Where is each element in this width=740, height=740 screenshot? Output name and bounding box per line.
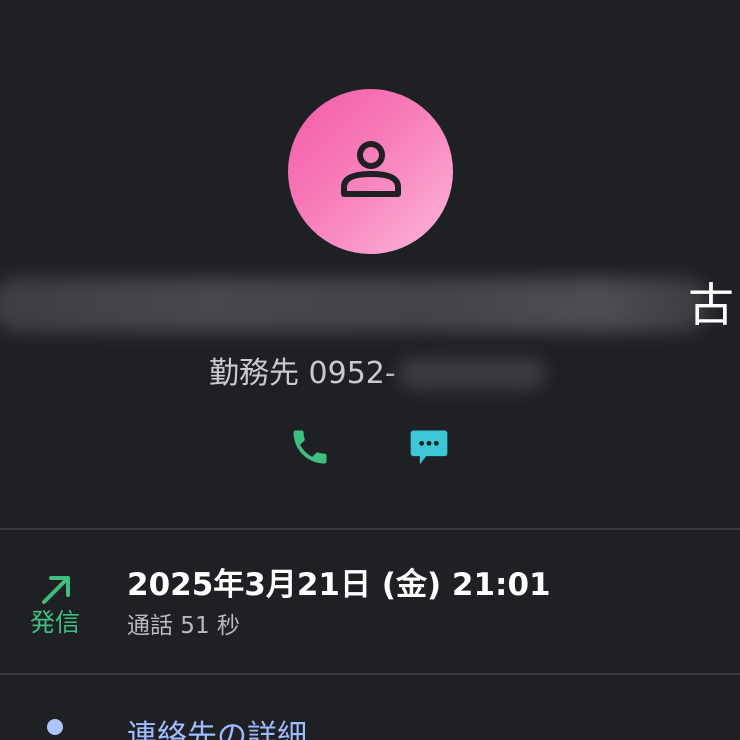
contact-details-label: 連絡先の詳細: [127, 719, 307, 740]
phone-icon: [293, 430, 327, 464]
call-direction-label: 発信: [30, 608, 81, 637]
call-history-entry[interactable]: 発信 2025年3月21日 (金) 21:01 通話 51 秒: [0, 530, 740, 673]
contact-name-tail: 古: [688, 278, 734, 332]
message-button[interactable]: [401, 419, 457, 475]
call-datetime: 2025年3月21日 (金) 21:01: [127, 567, 551, 603]
person-icon: [47, 719, 63, 735]
contact-number-redacted: [398, 358, 546, 390]
outgoing-arrow-icon: [42, 576, 70, 604]
person-icon: [340, 140, 401, 197]
call-details-screen: 古 勤務先 0952- 発信 2025年3月21日 (金) 21:01 通話 5…: [0, 0, 740, 740]
contact-name-redacted: [0, 278, 710, 332]
contact-number: 勤務先 0952-: [0, 350, 740, 398]
message-icon: [410, 430, 448, 465]
contact-number-label: 勤務先 0952-: [209, 356, 396, 391]
contact-name: 古: [0, 268, 740, 348]
call-duration: 通話 51 秒: [127, 613, 240, 639]
contact-avatar: [288, 89, 453, 254]
call-button[interactable]: [282, 419, 338, 475]
contact-details-link[interactable]: 連絡先の詳細: [0, 675, 740, 740]
